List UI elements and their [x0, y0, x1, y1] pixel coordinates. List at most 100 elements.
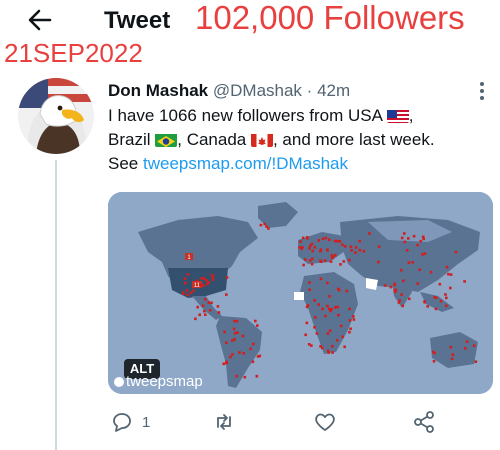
- follower-marker: [183, 277, 187, 280]
- tweet-media-map[interactable]: 1 11: [108, 192, 493, 394]
- follower-marker: [233, 331, 237, 335]
- follower-marker: [238, 351, 241, 354]
- follower-marker: [310, 262, 314, 266]
- thread-line: [55, 160, 57, 450]
- follower-marker: [309, 244, 312, 247]
- retweet-button[interactable]: [212, 408, 236, 436]
- follower-marker: [267, 227, 270, 230]
- follower-marker: [252, 342, 255, 346]
- reply-button[interactable]: 1: [110, 408, 150, 436]
- follower-marker: [207, 301, 211, 304]
- flag-canada-icon: [250, 132, 273, 147]
- follower-marker: [348, 319, 352, 322]
- follower-marker: [345, 289, 349, 293]
- follower-marker: [426, 305, 429, 308]
- more-vertical-icon[interactable]: [476, 80, 488, 102]
- follower-marker: [216, 305, 220, 308]
- follower-marker: [444, 293, 447, 296]
- follower-marker: [324, 236, 328, 240]
- follower-marker: [326, 332, 330, 335]
- follower-marker: [454, 250, 458, 254]
- follower-marker: [339, 263, 342, 266]
- flag-usa-icon: [386, 108, 409, 123]
- follower-marker: [225, 341, 228, 344]
- reply-count: 1: [142, 413, 151, 431]
- follower-marker: [407, 237, 410, 240]
- follower-marker: [310, 344, 313, 347]
- follower-marker: [463, 280, 466, 283]
- follower-marker: [192, 289, 195, 292]
- follower-marker: [305, 236, 309, 239]
- follower-marker: [331, 351, 334, 354]
- follower-marker: [319, 248, 323, 251]
- follower-marker: [319, 345, 322, 348]
- follower-marker: [217, 311, 221, 314]
- follower-marker: [408, 297, 411, 301]
- follower-marker: [416, 282, 419, 285]
- follower-marker: [324, 314, 327, 318]
- follower-marker: [354, 246, 358, 249]
- follower-marker: [225, 360, 228, 364]
- follower-marker: [189, 291, 193, 295]
- tweet-text: I have 1066 new followers from USA , Bra…: [108, 106, 435, 173]
- follower-marker: [331, 344, 334, 348]
- follower-marker: [383, 284, 387, 287]
- follower-marker: [358, 248, 362, 252]
- follower-marker: [186, 273, 190, 276]
- follower-marker: [352, 318, 356, 321]
- tweet-link[interactable]: tweepsmap.com/!DMashak: [143, 154, 348, 173]
- tweet-text-brazil: Brazil: [108, 130, 151, 149]
- follower-marker: [206, 282, 209, 286]
- follower-marker: [331, 255, 335, 259]
- follower-marker: [319, 277, 323, 281]
- follower-marker: [393, 283, 397, 287]
- follower-marker: [259, 223, 263, 227]
- like-button[interactable]: [313, 408, 337, 436]
- author-name[interactable]: Don Mashak: [108, 81, 208, 100]
- tweet-timestamp[interactable]: 42m: [317, 81, 350, 100]
- follower-marker: [313, 326, 316, 329]
- follower-marker: [201, 304, 205, 308]
- follower-marker: [449, 345, 453, 349]
- follower-marker: [196, 305, 199, 309]
- back-arrow-icon[interactable]: [26, 6, 54, 34]
- share-button[interactable]: [412, 408, 436, 436]
- follower-marker: [235, 374, 238, 378]
- follower-marker: [349, 245, 353, 249]
- tweet-text-canada: , Canada: [177, 130, 247, 149]
- follower-marker: [298, 246, 301, 249]
- follower-marker: [326, 281, 329, 285]
- follower-marker: [242, 352, 245, 355]
- follower-marker: [194, 317, 197, 321]
- follower-marker: [341, 335, 345, 339]
- follower-marker: [416, 243, 419, 247]
- follower-marker: [321, 307, 324, 311]
- follower-marker: [405, 249, 409, 252]
- follower-marker: [311, 249, 314, 253]
- follower-marker: [305, 305, 309, 309]
- author-handle[interactable]: @DMashak: [213, 81, 302, 100]
- reply-icon: [113, 413, 131, 432]
- follower-marker: [202, 284, 206, 287]
- follower-marker: [235, 319, 239, 323]
- follower-marker: [350, 249, 353, 252]
- follower-marker: [341, 243, 344, 246]
- follower-marker: [348, 307, 351, 311]
- follower-marker: [304, 258, 307, 261]
- follower-marker: [449, 273, 453, 276]
- world-map-image: 1 11: [108, 192, 493, 394]
- follower-marker: [348, 258, 351, 262]
- follower-marker: [304, 333, 307, 337]
- share-icon: [414, 411, 434, 433]
- follower-marker: [258, 354, 262, 358]
- follower-marker: [433, 351, 436, 355]
- avatar[interactable]: [18, 78, 94, 154]
- follower-marker: [474, 360, 478, 363]
- follower-marker: [352, 315, 355, 318]
- follower-marker: [401, 304, 405, 308]
- follower-marker: [339, 324, 343, 328]
- page-title: Tweet: [104, 7, 171, 34]
- follower-marker: [334, 306, 337, 309]
- follower-marker: [233, 319, 236, 323]
- follower-marker: [308, 288, 311, 291]
